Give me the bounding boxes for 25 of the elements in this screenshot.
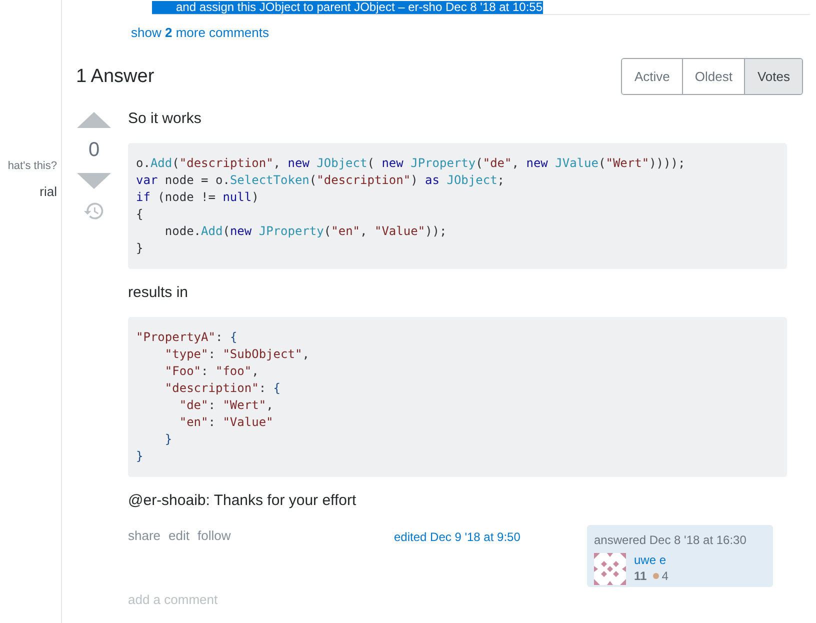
history-icon[interactable] <box>83 200 105 222</box>
sidebar-link[interactable]: hat's this? <box>8 160 61 172</box>
code-block: "PropertyA": { "type": "SubObject", "Foo": "foo", "description": { "de": "Wert", "en": "Value" } } <box>128 317 787 477</box>
answer-paragraph: @er-shoaib: Thanks for your effort <box>128 491 358 511</box>
answers-heading: 1 Answer <box>76 66 154 88</box>
edited-link[interactable]: edited Dec 9 '18 at 9:50 <box>394 525 587 544</box>
identicon-avatar[interactable] <box>594 553 626 585</box>
answer-paragraph: So it works <box>128 109 202 129</box>
bronze-badge-count: 4 <box>662 569 668 583</box>
user-name-link[interactable]: uwe e <box>634 553 668 567</box>
upvote-icon[interactable] <box>76 111 112 129</box>
comment-text: and assign this JObject to parent JObject – er-sho Dec 8 '18 at 10:55 <box>152 1 542 14</box>
reputation-score: 11 <box>634 569 647 583</box>
show-more-comments-link[interactable]: show 2 more comments <box>131 25 270 40</box>
sidebar-link[interactable]: rial <box>40 184 61 199</box>
code-block: o.Add("description", new JObject( new JProperty("de", new JValue("Wert")))); var node = o.SelectToken("description") as JObject; if (node != null) { node.Add(new JProperty("en", "Value")); } <box>128 143 787 269</box>
vote-count: 0 <box>88 139 100 162</box>
post-action-link[interactable]: follow <box>198 528 231 543</box>
bronze-badge-dot <box>652 573 659 579</box>
sort-tab[interactable]: Votes <box>744 59 802 94</box>
answered-time: answered Dec 8 '18 at 16:30 <box>594 533 746 547</box>
post-action-link[interactable]: share <box>128 528 161 543</box>
post-action-link[interactable]: edit <box>168 528 190 543</box>
answer-paragraph: results in <box>128 283 190 303</box>
downvote-icon[interactable] <box>76 172 112 190</box>
